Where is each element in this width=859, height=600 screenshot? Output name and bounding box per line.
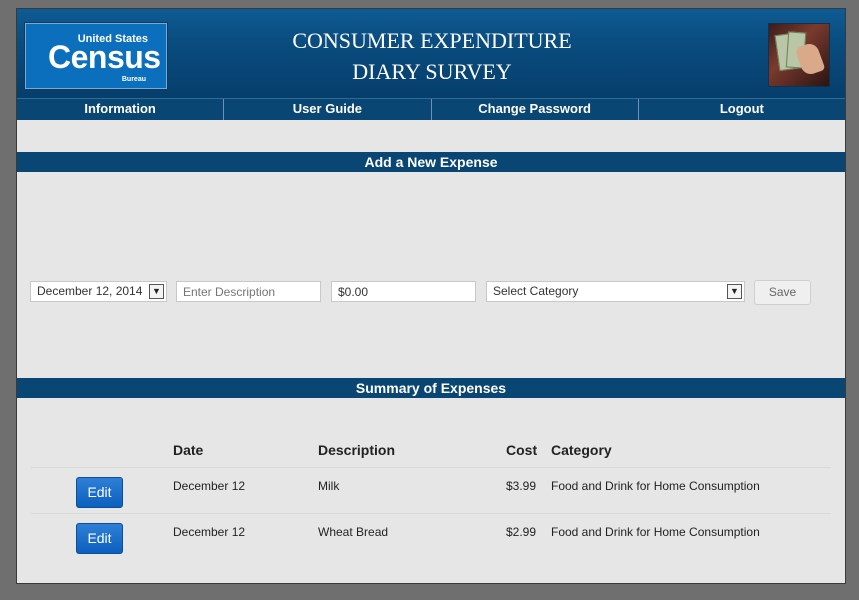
- nav-logout[interactable]: Logout: [639, 99, 845, 120]
- date-select-value: December 12, 2014: [37, 284, 143, 298]
- date-select[interactable]: December 12, 2014 ▼: [30, 281, 167, 302]
- chevron-down-icon[interactable]: ▼: [149, 284, 164, 299]
- nav-information[interactable]: Information: [17, 99, 225, 120]
- summary-heading: Summary of Expenses: [17, 378, 845, 398]
- row-description: Milk: [318, 479, 340, 493]
- column-header-category: Category: [551, 442, 612, 458]
- row-category: Food and Drink for Home Consumption: [551, 479, 760, 493]
- column-header-date: Date: [173, 442, 204, 458]
- category-select-value: Select Category: [493, 284, 579, 298]
- hand-shape: [794, 41, 826, 77]
- row-description: Wheat Bread: [318, 525, 389, 539]
- row-date: December 12: [173, 525, 246, 539]
- title-line-1: CONSUMER EXPENDITURE: [292, 28, 572, 53]
- app-window: United States Census Bureau CONSUMER EXP…: [16, 8, 846, 584]
- header-banner: United States Census Bureau CONSUMER EXP…: [17, 9, 845, 98]
- page-title: CONSUMER EXPENDITURE DIARY SURVEY: [17, 25, 845, 87]
- row-cost: $2.99: [506, 525, 537, 539]
- save-button[interactable]: Save: [754, 280, 811, 305]
- title-line-2: DIARY SURVEY: [352, 59, 512, 84]
- add-expense-heading: Add a New Expense: [17, 152, 845, 172]
- column-header-cost: Cost: [506, 442, 538, 458]
- row-category: Food and Drink for Home Consumption: [551, 525, 760, 539]
- table-row: Edit December 12 Wheat Bread $2.99 Food …: [31, 513, 831, 560]
- edit-button[interactable]: Edit: [76, 477, 123, 508]
- column-header-description: Description: [318, 442, 396, 458]
- table-row: Edit December 12 Milk $3.99 Food and Dri…: [31, 467, 831, 514]
- wallet-money-photo: [768, 23, 830, 87]
- cost-input[interactable]: [331, 281, 476, 302]
- main-nav: Information User Guide Change Password L…: [17, 98, 845, 120]
- row-date: December 12: [173, 479, 246, 493]
- chevron-down-icon[interactable]: ▼: [727, 284, 742, 299]
- edit-button[interactable]: Edit: [76, 523, 123, 554]
- nav-change-password[interactable]: Change Password: [432, 99, 639, 120]
- row-cost: $3.99: [506, 479, 537, 493]
- category-select[interactable]: Select Category ▼: [486, 281, 745, 302]
- description-input[interactable]: [176, 281, 321, 302]
- nav-user-guide[interactable]: User Guide: [224, 99, 432, 120]
